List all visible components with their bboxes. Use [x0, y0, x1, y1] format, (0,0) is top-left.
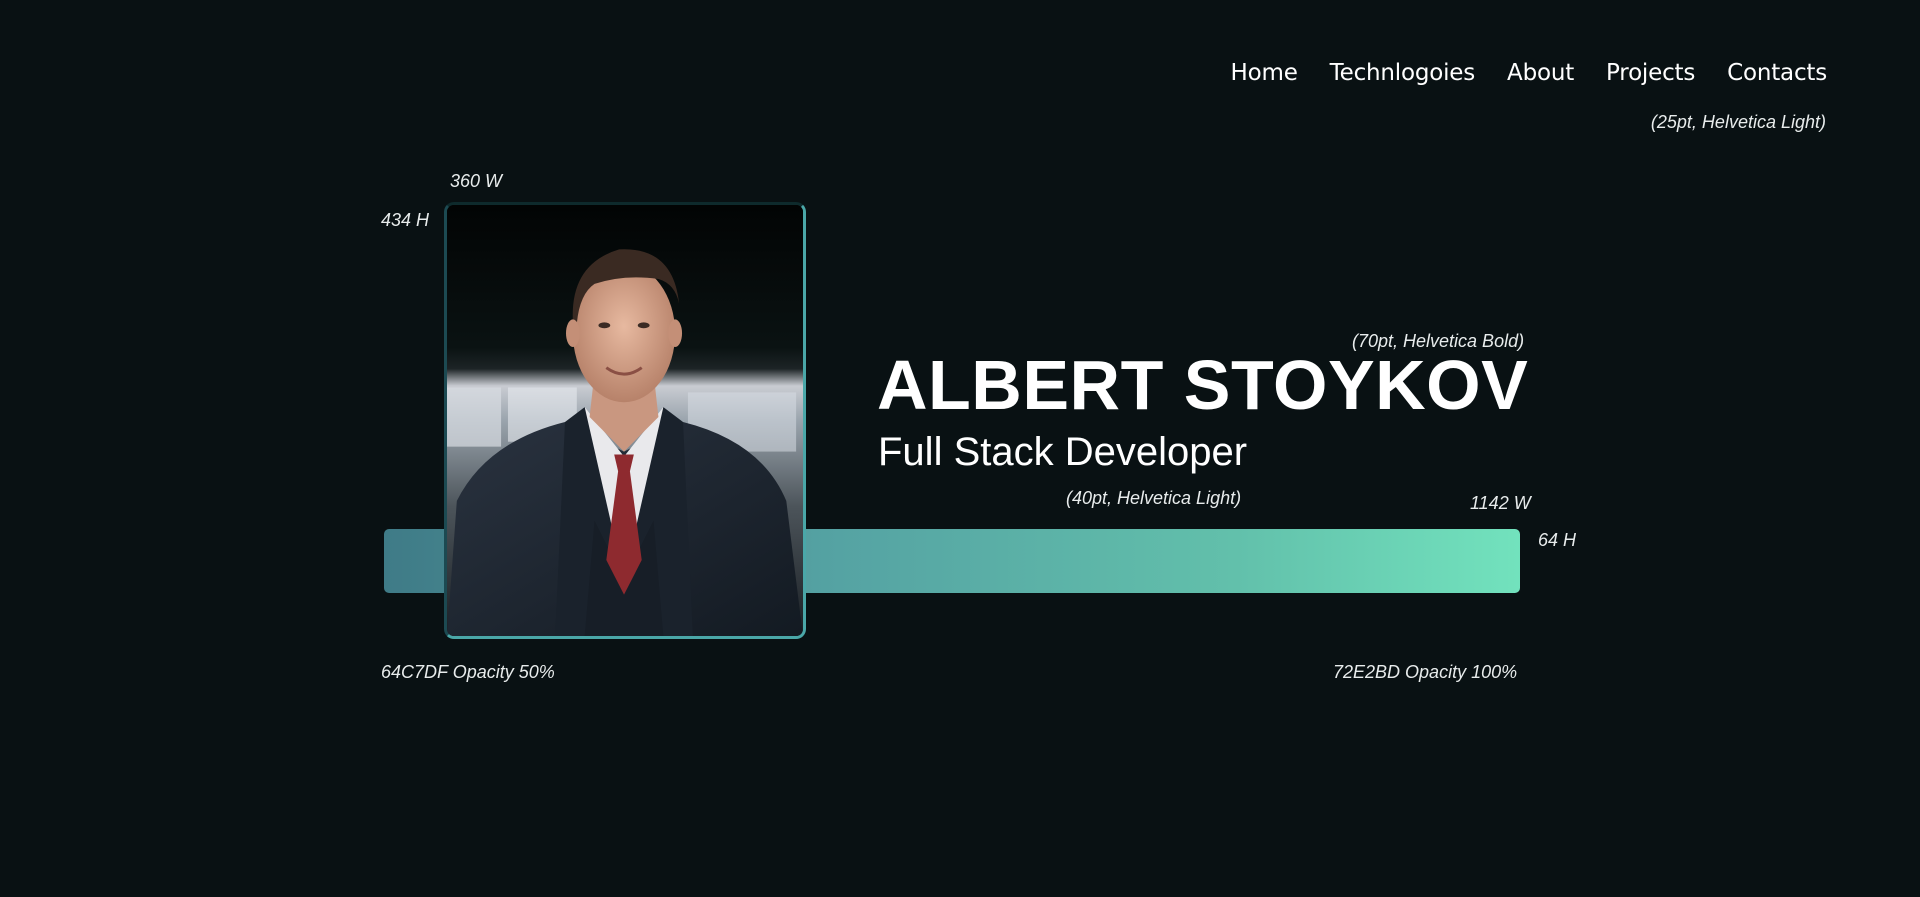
photo-width-note: 360 W: [450, 171, 503, 191]
nav-about[interactable]: About: [1507, 60, 1574, 86]
photo-height-note: 434 H: [381, 210, 430, 230]
profile-photo: [444, 202, 806, 639]
nav-font-note: (25pt, Helvetica Light): [1650, 112, 1826, 132]
bar-start-color-note: 64C7DF Opacity 50%: [381, 662, 555, 682]
bar-width-note: 1142 W: [1470, 493, 1531, 513]
hero-role: Full Stack Developer: [878, 430, 1248, 474]
bar-height-note: 64 H: [1538, 530, 1577, 550]
nav-projects[interactable]: Projects: [1606, 60, 1695, 86]
bar-end-color-note: 72E2BD Opacity 100%: [1333, 662, 1518, 682]
page: Home Technlogoies About Projects Contact…: [0, 0, 1920, 897]
nav-home[interactable]: Home: [1231, 60, 1298, 86]
role-font-note: (40pt, Helvetica Light): [1066, 488, 1242, 508]
nav-contacts[interactable]: Contacts: [1727, 60, 1827, 86]
hero-name: ALBERT STOYKOV: [877, 346, 1529, 424]
nav-technologies[interactable]: Technlogoies: [1330, 60, 1476, 86]
top-nav: Home Technlogoies About Projects Contact…: [1231, 60, 1828, 86]
portrait-illustration: [447, 205, 803, 636]
